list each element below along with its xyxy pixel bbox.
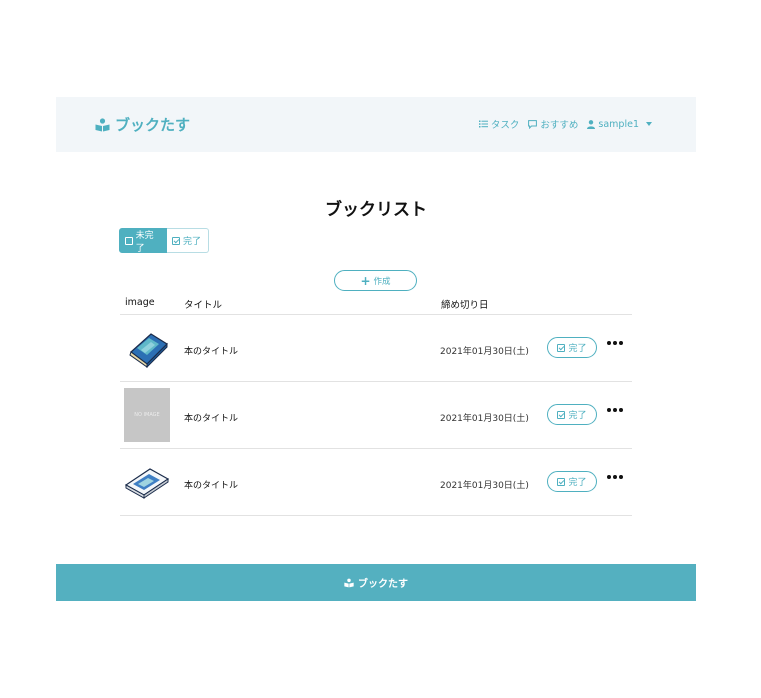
tab-complete[interactable]: 完了 [167, 228, 209, 253]
page-title: ブックリスト [325, 200, 427, 220]
complete-button-label: 完了 [568, 411, 587, 421]
more-options-button[interactable] [607, 475, 623, 479]
no-image-text: NO IMAGE [134, 412, 160, 418]
nav-tasks-label: タスク [490, 120, 520, 131]
table-row: 本のタイトル 2021年01月30日(土) 完了 [120, 315, 632, 382]
ellipsis-icon [607, 408, 611, 412]
complete-button[interactable]: 完了 [547, 471, 597, 492]
plus-icon: + [360, 273, 371, 288]
header: ブックたす タスク おすすめ sample1 [56, 97, 696, 152]
nav-recommend-label: おすすめ [540, 120, 579, 131]
column-title: タイトル [184, 300, 223, 311]
tab-incomplete-label: 未完了 [135, 230, 154, 254]
complete-button[interactable]: 完了 [547, 337, 597, 358]
book-deadline: 2021年01月30日(土) [440, 414, 529, 424]
tab-incomplete[interactable]: 未完了 [119, 228, 167, 254]
no-image-placeholder[interactable]: NO IMAGE [124, 388, 170, 442]
book-thumbnail[interactable] [124, 321, 170, 375]
open-book-illustration [124, 468, 170, 499]
nav-tasks[interactable]: タスク [478, 117, 520, 131]
check-square-icon [557, 477, 566, 486]
column-deadline: 締め切り日 [441, 300, 489, 311]
user-menu[interactable]: sample1 [587, 119, 652, 130]
ellipsis-icon [607, 341, 611, 345]
book-deadline: 2021年01月30日(土) [440, 347, 529, 357]
create-button[interactable]: + 作成 [334, 270, 417, 291]
book-title[interactable]: 本のタイトル [184, 478, 238, 491]
user-name: sample1 [598, 118, 639, 130]
create-button-label: 作成 [373, 276, 391, 287]
top-nav: タスク おすすめ sample1 [478, 117, 652, 131]
status-tabs: 未完了 完了 [119, 228, 209, 254]
column-image: image [125, 297, 155, 308]
chevron-down-icon [646, 122, 652, 126]
check-square-icon [557, 410, 566, 419]
nav-recommend[interactable]: おすすめ [528, 117, 578, 131]
complete-button-label: 完了 [568, 344, 587, 354]
book-title[interactable]: 本のタイトル [184, 411, 238, 424]
book-title[interactable]: 本のタイトル [184, 344, 238, 357]
footer: ブックたす [56, 564, 696, 601]
table-header: image タイトル 締め切り日 [120, 294, 632, 315]
more-options-button[interactable] [607, 408, 623, 412]
comment-icon [528, 119, 538, 129]
book-table: image タイトル 締め切り日 本のタイトル 2021年01月30日(土) 完… [120, 294, 632, 516]
complete-button[interactable]: 完了 [547, 404, 597, 425]
user-icon [587, 119, 596, 129]
tab-complete-label: 完了 [183, 237, 202, 247]
ellipsis-icon [607, 475, 611, 479]
book-reader-icon [95, 117, 110, 131]
list-icon [478, 120, 488, 128]
check-square-icon [172, 236, 180, 245]
table-row: NO IMAGE 本のタイトル 2021年01月30日(土) 完了 [120, 382, 632, 449]
complete-button-label: 完了 [568, 478, 587, 488]
book-illustration [129, 333, 168, 368]
more-options-button[interactable] [607, 341, 623, 345]
book-reader-icon [344, 578, 354, 587]
book-thumbnail[interactable] [124, 455, 170, 509]
square-icon [125, 236, 133, 245]
table-row: 本のタイトル 2021年01月30日(土) 完了 [120, 449, 632, 516]
brand-name: ブックたす [115, 116, 191, 134]
brand-logo[interactable]: ブックたす [95, 114, 190, 135]
book-deadline: 2021年01月30日(土) [440, 481, 529, 491]
footer-brand: ブックたす [358, 579, 408, 590]
check-square-icon [557, 343, 566, 352]
